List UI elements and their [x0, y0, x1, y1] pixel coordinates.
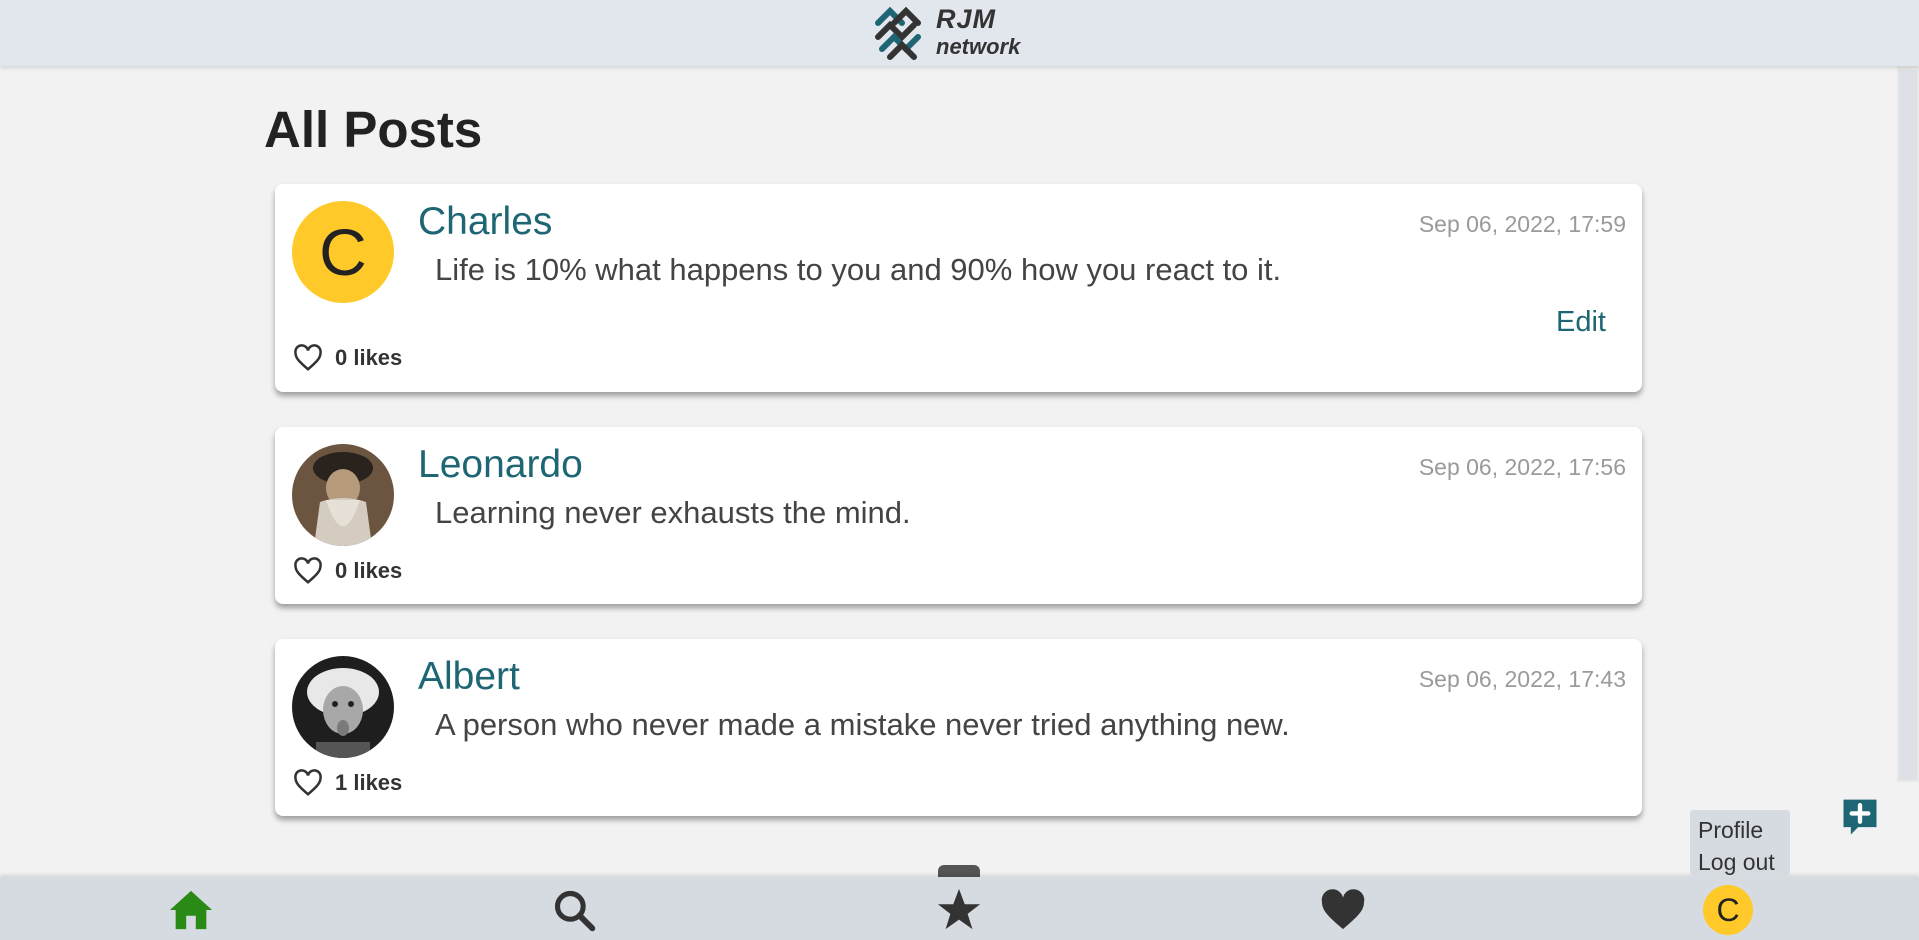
- logo-text: RJM network: [936, 5, 1020, 61]
- heart-outline-icon[interactable]: [293, 769, 323, 797]
- avatar-letter: C: [319, 215, 367, 289]
- like-count: 0 likes: [335, 345, 403, 370]
- heart-outline-icon[interactable]: [293, 557, 323, 585]
- heart-outline-icon[interactable]: [293, 344, 323, 372]
- search-icon: [554, 890, 596, 932]
- user-avatar[interactable]: C: [1703, 885, 1753, 935]
- portrait-image: [292, 656, 394, 758]
- avatar[interactable]: [292, 656, 394, 758]
- user-menu: Profile Log out: [1690, 810, 1790, 876]
- profile-menu-item[interactable]: Profile: [1698, 814, 1782, 846]
- post-author[interactable]: Albert: [418, 655, 520, 699]
- star-icon: [937, 888, 981, 930]
- portrait-image: [292, 444, 394, 546]
- logo-line-2: network: [936, 34, 1021, 59]
- post-author[interactable]: Charles: [418, 200, 552, 244]
- post-timestamp: Sep 06, 2022, 17:56: [1418, 454, 1626, 480]
- logout-menu-item[interactable]: Log out: [1698, 846, 1782, 878]
- post-timestamp: Sep 06, 2022, 17:43: [1418, 666, 1626, 692]
- logo-line-1: RJM: [936, 4, 997, 34]
- top-bar: RJM network: [0, 0, 1919, 66]
- user-avatar-letter: C: [1716, 891, 1740, 928]
- post-content: Learning never exhausts the mind.: [435, 495, 911, 530]
- like-row: 0 likes: [293, 344, 402, 372]
- new-post-button[interactable]: [1838, 796, 1882, 840]
- post-card: Leonardo Sep 06, 2022, 17:56 Learning ne…: [275, 427, 1642, 604]
- nav-following[interactable]: [934, 885, 984, 935]
- post-author[interactable]: Leonardo: [418, 443, 583, 487]
- post-card: C Charles Sep 06, 2022, 17:59 Life is 10…: [275, 184, 1642, 392]
- avatar[interactable]: [292, 444, 394, 546]
- nav-home[interactable]: [166, 885, 216, 935]
- like-row: 0 likes: [293, 557, 402, 585]
- bottom-nav: [0, 877, 1919, 940]
- post-card: Albert Sep 06, 2022, 17:43 A person who …: [275, 639, 1642, 816]
- nav-search[interactable]: [549, 885, 599, 935]
- post-content: A person who never made a mistake never …: [435, 707, 1290, 742]
- heart-icon: [1321, 889, 1365, 930]
- like-count: 0 likes: [335, 558, 403, 583]
- post-timestamp: Sep 06, 2022, 17:59: [1418, 211, 1626, 237]
- like-row: 1 likes: [293, 769, 402, 797]
- page-title: All Posts: [264, 101, 483, 158]
- like-count: 1 likes: [335, 770, 403, 795]
- nav-likes[interactable]: [1318, 885, 1368, 935]
- add-comment-icon: [1843, 799, 1877, 835]
- avatar[interactable]: C: [292, 201, 394, 303]
- post-content: Life is 10% what happens to you and 90% …: [435, 252, 1282, 287]
- logo-icon: [875, 6, 921, 60]
- scrollbar-thumb[interactable]: [1899, 70, 1917, 780]
- home-icon: [169, 890, 213, 930]
- logo[interactable]: RJM network: [868, 2, 1058, 64]
- edit-button[interactable]: Edit: [1556, 306, 1606, 339]
